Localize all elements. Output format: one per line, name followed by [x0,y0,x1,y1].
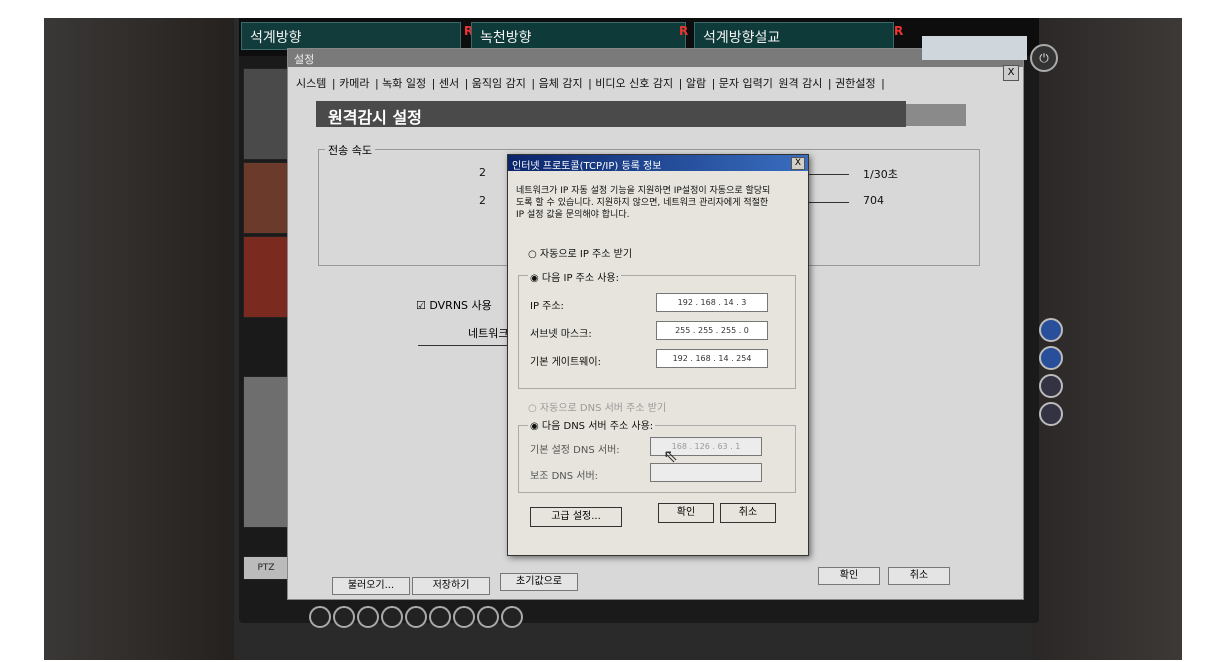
brand-logo [922,36,1027,60]
radio-empty-icon: ○ [528,403,537,414]
control-circle-icon[interactable] [1039,346,1063,370]
camera-thumb[interactable] [243,68,289,160]
advanced-settings-button[interactable]: 고급 설정... [530,507,622,527]
ip-address-field[interactable]: 192 . 168 . 14 . 3 [656,293,768,312]
camera-thumb[interactable] [243,162,289,234]
channel-circle-icon[interactable] [357,606,379,628]
radio-auto-dns-label: 자동으로 DNS 서버 주소 받기 [539,403,667,414]
radio-auto-dns[interactable]: ○ 자동으로 DNS 서버 주소 받기 [528,399,666,414]
dns1-label: 기본 설정 DNS 서버: [530,445,620,456]
slider-track[interactable] [809,174,849,175]
radio-manual-dns-label: 다음 DNS 서버 주소 사용: [541,421,654,432]
channel-circle-icon[interactable] [381,606,403,628]
dvrns-label: DVRNS 사용 [429,299,492,312]
mouse-cursor-icon: ⇖ [663,446,679,467]
checkbox-icon: ☑ [416,299,426,312]
channel-circle-icon[interactable] [309,606,331,628]
power-icon[interactable]: ⏻ [1030,44,1058,72]
network-label: 네트워크 [468,327,509,340]
dialog-title: 인터넷 프로토콜(TCP/IP) 등록 정보 [508,155,808,171]
tab-sensor[interactable]: 센서 [439,77,459,90]
subnet-mask-label: 서브넷 마스크: [530,329,592,340]
channel-circle-icon[interactable] [405,606,427,628]
dialog-cancel-button[interactable]: 취소 [720,503,776,523]
info-line: 도록 할 수 있습니다. 지원하지 않으면, 네트워크 관리자에게 적절한 [516,198,769,208]
dns2-label: 보조 DNS 서버: [530,471,599,482]
divider [418,345,508,346]
row-digit: 2 [479,194,486,207]
resolution-value: 704 [863,194,884,207]
cancel-button[interactable]: 취소 [888,567,950,585]
info-line: 네트워크가 IP 자동 설정 기능을 지원하면 IP설정이 자동으로 할당되 [516,186,771,196]
section-title: 원격감시 설정 [316,101,906,127]
tab-camera[interactable]: 카메라 [339,77,369,90]
rec-indicator-2: R [679,24,689,38]
radio-manual-dns[interactable]: ◉ 다음 DNS 서버 주소 사용: [528,417,656,432]
channel-circle-icon[interactable] [453,606,475,628]
radio-selected-icon: ◉ [530,273,539,284]
section-bar-end [906,104,966,126]
radio-empty-icon: ○ [528,249,537,260]
channel-circle-icon[interactable] [501,606,523,628]
camera-label-1[interactable]: 석계방향 [241,22,461,50]
ip-address-label: IP 주소: [530,301,564,312]
camera-thumb[interactable] [243,376,289,528]
channel-circle-icon[interactable] [333,606,355,628]
ok-button[interactable]: 확인 [818,567,880,585]
frame-rate-value: 1/30초 [863,168,898,181]
tab-object-detect[interactable]: 음체 감지 [539,77,583,90]
dialog-ok-button[interactable]: 확인 [658,503,714,523]
tab-remote-monitor[interactable]: 원격 감시 [778,77,822,90]
control-circle-icon[interactable] [1039,318,1063,342]
tab-system[interactable]: 시스템 [296,77,326,90]
save-button[interactable]: 저장하기 [412,577,490,595]
settings-title: 설정 [288,49,1023,67]
dns-frame [518,425,796,493]
settings-tabs: 시스템 | 카메라 | 녹화 일정 | 센서 | 움직임 감지 | 음체 감지 … [296,77,885,90]
radio-auto-ip-label: 자동으로 IP 주소 받기 [539,249,633,260]
transfer-rate-label: 전송 속도 [325,142,375,158]
rec-indicator-3: R [894,24,904,38]
dvr-screen: 석계방향 R 녹천방향 R 석계방향설교 R PTZ 설정 X 시스템 | 카메… [239,18,1039,623]
radio-manual-ip[interactable]: ◉ 다음 IP 주소 사용: [528,269,622,284]
photo-frame: 석계방향 R 녹천방향 R 석계방향설교 R PTZ 설정 X 시스템 | 카메… [44,18,1182,660]
info-line: IP 설정 값을 문의해야 합니다. [516,210,630,220]
load-button[interactable]: 불러오기... [332,577,410,595]
control-circle-icon[interactable] [1039,374,1063,398]
tab-alarm[interactable]: 알람 [686,77,706,90]
radio-manual-ip-label: 다음 IP 주소 사용: [541,273,620,284]
radio-auto-ip[interactable]: ○ 자동으로 IP 주소 받기 [528,245,632,260]
control-circle-icon[interactable] [1039,402,1063,426]
monitor-bezel-left [44,18,234,660]
dialog-info-text: 네트워크가 IP 자동 설정 기능을 지원하면 IP설정이 자동으로 할당되 도… [516,185,800,221]
row-digit: 2 [479,166,486,179]
radio-selected-icon: ◉ [530,421,539,432]
tab-permission[interactable]: 권한설정 [835,77,875,90]
dvrns-checkbox[interactable]: ☑ DVRNS 사용 [416,297,492,313]
camera-label-3[interactable]: 석계방향설교 [694,22,894,50]
tab-record-schedule[interactable]: 녹화 일정 [382,77,426,90]
tab-motion-detect[interactable]: 움직임 감지 [472,77,526,90]
default-button[interactable]: 초기값으로 [500,573,578,591]
dialog-close-button[interactable]: X [791,157,805,170]
tcpip-dialog: 인터넷 프로토콜(TCP/IP) 등록 정보 X 네트워크가 IP 자동 설정 … [507,154,809,556]
gateway-field[interactable]: 192 . 168 . 14 . 254 [656,349,768,368]
subnet-mask-field[interactable]: 255 . 255 . 255 . 0 [656,321,768,340]
tab-video-signal[interactable]: 비디오 신호 감지 [595,77,673,90]
channel-circle-icon[interactable] [429,606,451,628]
gateway-label: 기본 게이트웨이: [530,357,601,368]
tab-text-input[interactable]: 문자 입력기 [719,77,773,90]
camera-thumb[interactable] [243,236,289,318]
camera-thumbnails: PTZ [239,56,289,616]
slider-track[interactable] [809,202,849,203]
camera-label-2[interactable]: 녹천방향 [471,22,686,50]
channel-circle-icon[interactable] [477,606,499,628]
ptz-button[interactable]: PTZ [243,556,289,580]
